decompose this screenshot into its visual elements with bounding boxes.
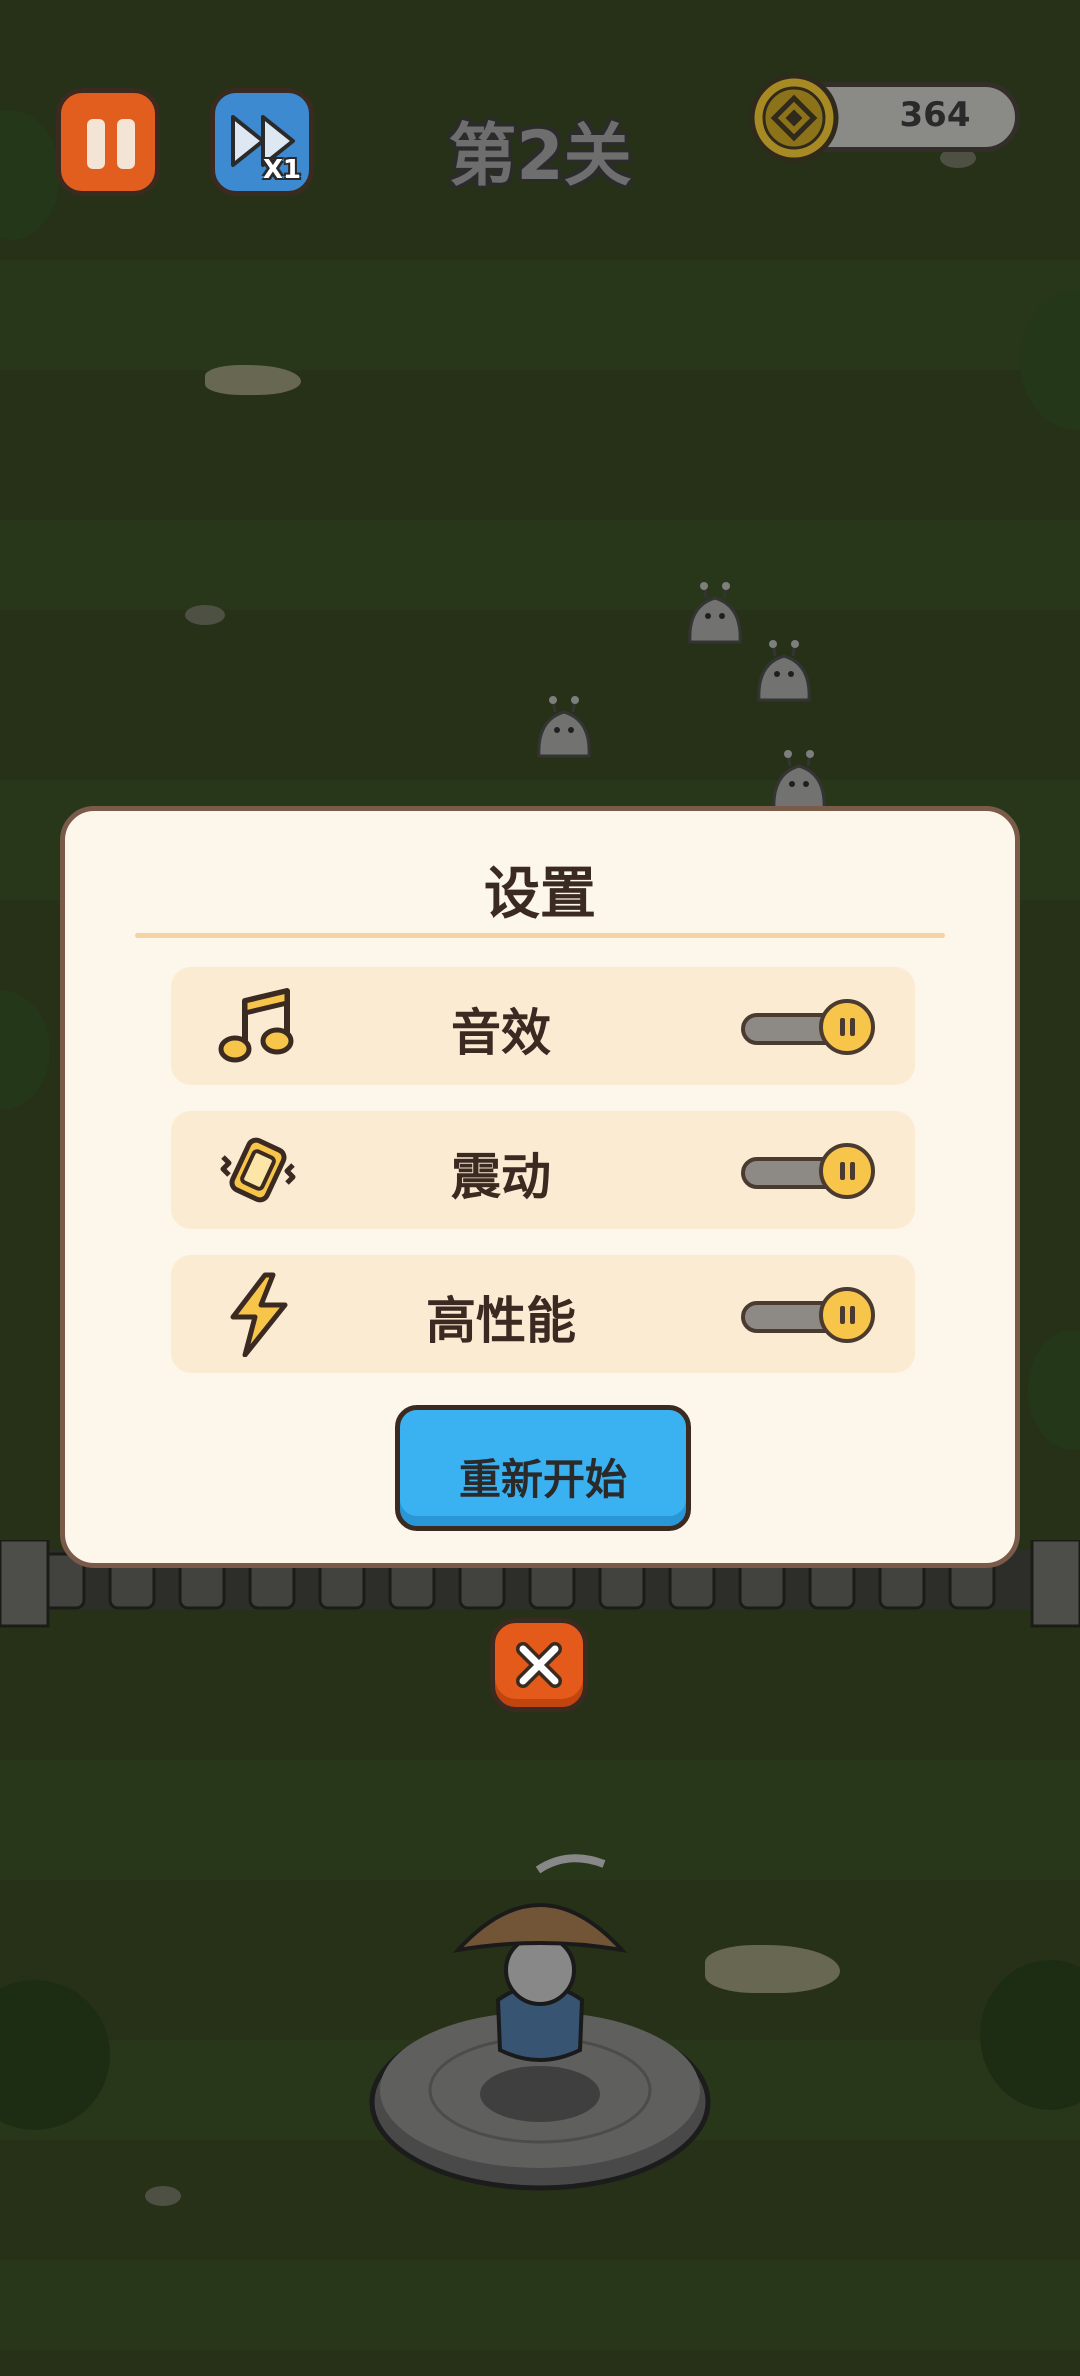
toggle-knob <box>819 1143 875 1199</box>
setting-row-performance: 高性能 <box>171 1255 915 1373</box>
vibration-icon <box>220 1137 296 1203</box>
pause-icon <box>117 119 135 169</box>
toggle-knob <box>819 1287 875 1343</box>
performance-toggle[interactable] <box>741 1287 875 1343</box>
close-button[interactable] <box>490 1618 588 1712</box>
setting-label: 音效 <box>451 1004 551 1062</box>
coin-icon <box>749 73 839 163</box>
coin-count: 364 <box>899 95 971 135</box>
setting-label: 震动 <box>451 1148 551 1206</box>
settings-dialog: 设置 音效 震动 高性能 重新开始 <box>60 806 1020 1568</box>
pause-icon <box>87 119 105 169</box>
setting-row-vibration: 震动 <box>171 1111 915 1229</box>
setting-row-sound: 音效 <box>171 967 915 1085</box>
toggle-knob <box>819 999 875 1055</box>
vibration-toggle[interactable] <box>741 1143 875 1199</box>
level-title: 第2关 <box>448 117 632 196</box>
music-note-icon <box>218 988 294 1063</box>
speed-multiplier: X1 <box>262 155 301 185</box>
setting-label: 高性能 <box>426 1292 576 1350</box>
close-icon <box>516 1642 562 1688</box>
speed-button[interactable]: X1 <box>210 88 314 196</box>
title-divider <box>135 933 945 938</box>
pause-button[interactable] <box>56 88 160 196</box>
lightning-icon <box>230 1272 288 1357</box>
restart-button[interactable]: 重新开始 <box>395 1405 691 1531</box>
dialog-title: 设置 <box>484 862 596 927</box>
sound-toggle[interactable] <box>741 999 875 1055</box>
restart-label: 重新开始 <box>458 1455 627 1504</box>
